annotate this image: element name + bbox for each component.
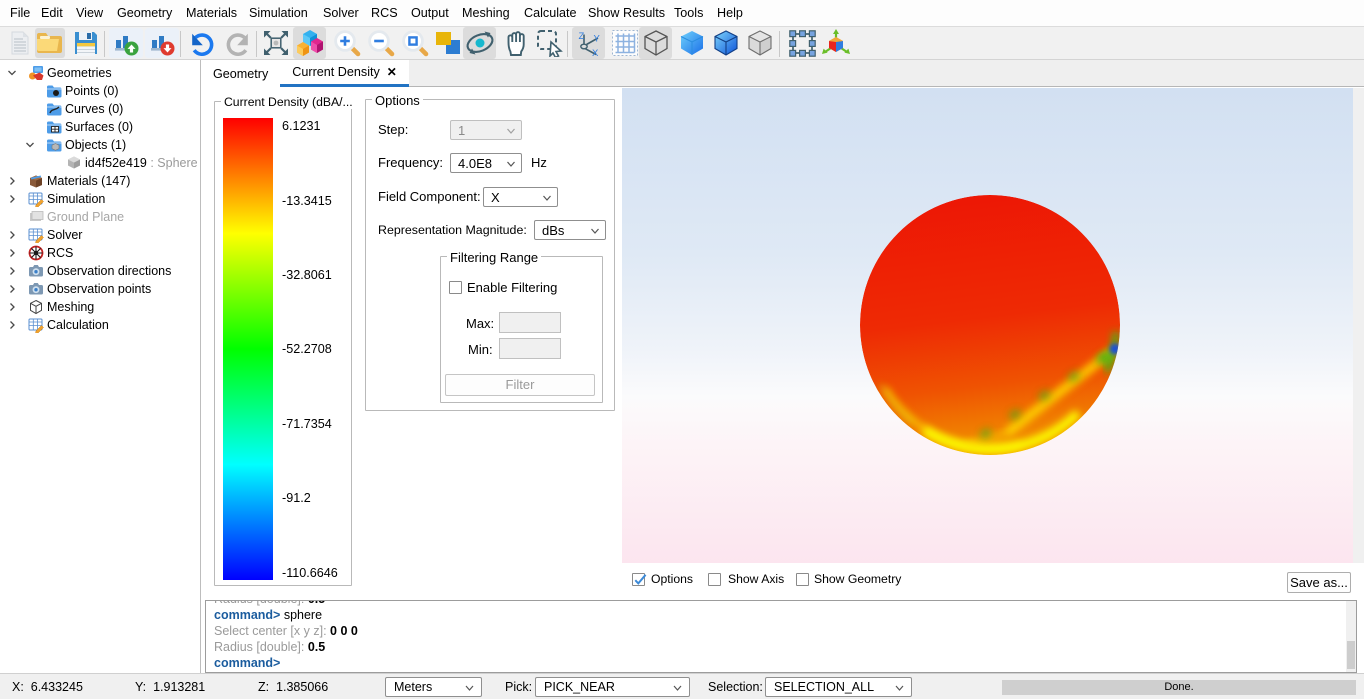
svg-text:Y: Y: [593, 34, 600, 45]
svg-text:X: X: [592, 48, 599, 57]
svg-text:Z: Z: [578, 31, 584, 42]
